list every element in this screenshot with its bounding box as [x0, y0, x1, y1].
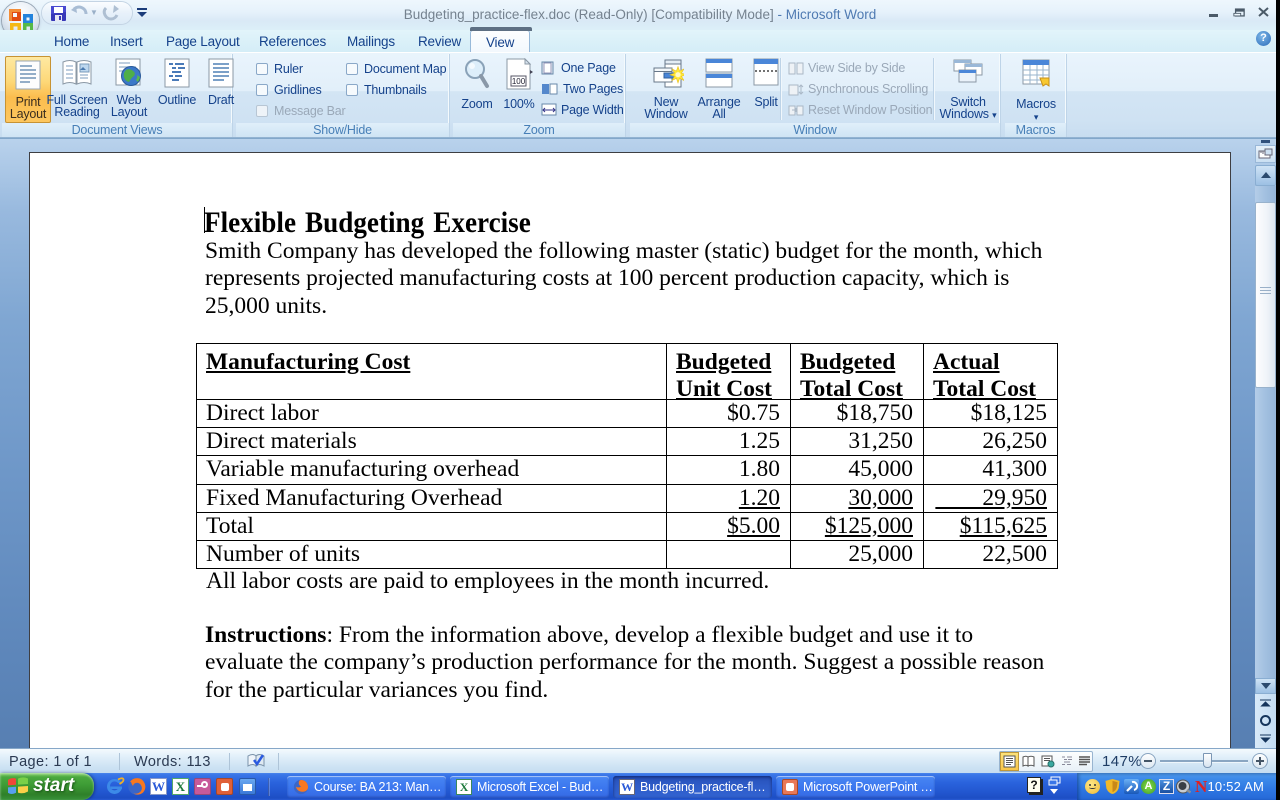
svg-text:100: 100	[512, 77, 526, 86]
